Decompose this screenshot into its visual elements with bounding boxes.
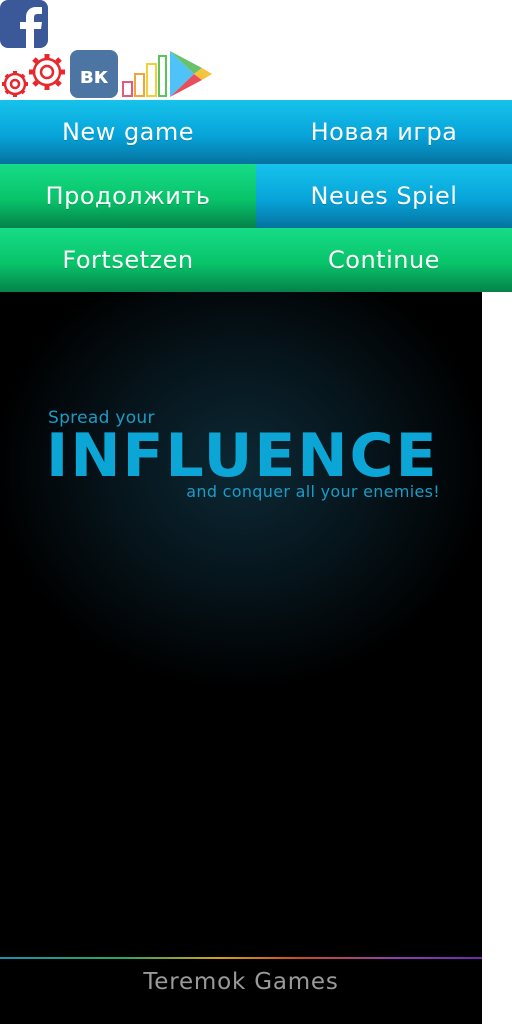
new-game-button-en[interactable]: New game (0, 100, 256, 164)
stats-icon[interactable] (119, 50, 167, 98)
google-play-icon[interactable] (166, 49, 214, 99)
developer-credit: Teremok Games (143, 969, 339, 995)
footer-divider (0, 957, 482, 959)
settings-icon[interactable] (0, 50, 70, 100)
game-splash: Spread your INFLUENCE and conquer all yo… (0, 292, 482, 1024)
continue-button-ru[interactable]: Продолжить (0, 164, 256, 228)
tagline-bottom: and conquer all your enemies! (186, 482, 440, 501)
facebook-icon[interactable] (0, 0, 48, 48)
new-game-button-ru[interactable]: Новая игра (256, 100, 512, 164)
continue-button-de[interactable]: Fortsetzen (0, 228, 256, 292)
new-game-button-de[interactable]: Neues Spiel (256, 164, 512, 228)
vk-icon[interactable]: вк (70, 50, 118, 98)
main-menu: New game Новая игра Продолжить Neues Spi… (0, 100, 512, 292)
continue-button-en[interactable]: Continue (256, 228, 512, 292)
vk-logo-text: вк (80, 64, 109, 89)
